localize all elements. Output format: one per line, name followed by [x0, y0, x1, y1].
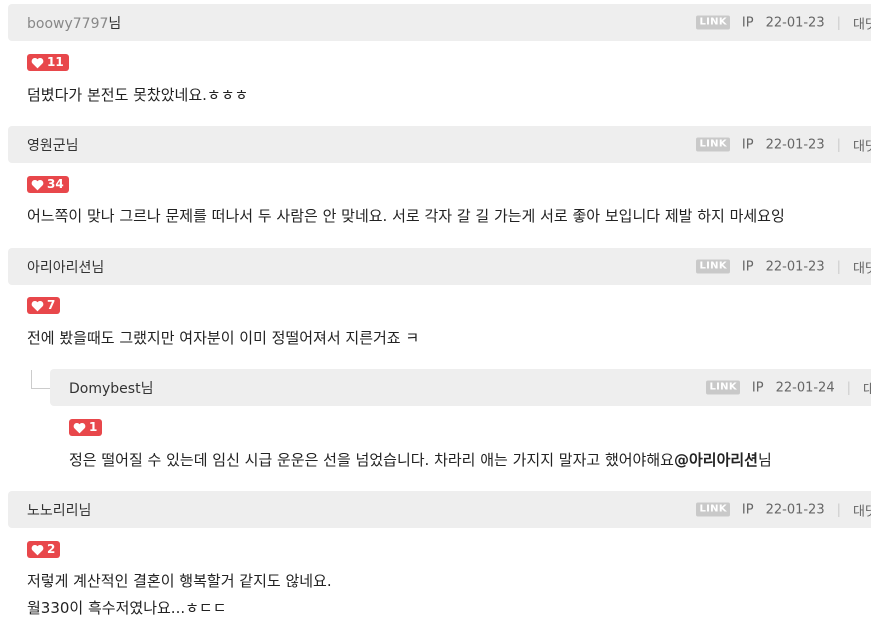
ip-label: IP	[741, 15, 754, 30]
heart-icon	[31, 300, 44, 311]
like-count: 1	[89, 420, 98, 434]
comment-author[interactable]: boowy7797님	[27, 13, 121, 33]
comment-text: 저렇게 계산적인 결혼이 행복할거 같지도 않네요.	[27, 572, 332, 590]
comment-meta: LINK IP 22-01-23 | 대댓	[696, 257, 871, 276]
meta-divider: |	[836, 259, 841, 274]
comment-meta: LINK IP 22-01-24 | 대댓	[706, 378, 871, 397]
reply-button[interactable]: 대댓	[853, 500, 871, 519]
link-button[interactable]: LINK	[696, 137, 730, 152]
comment-header: 노노리리님 LINK IP 22-01-23 | 대댓	[8, 491, 871, 528]
meta-divider: |	[836, 15, 841, 30]
heart-icon	[73, 422, 86, 433]
comment-header: 영원군님 LINK IP 22-01-23 | 대댓	[8, 126, 871, 163]
like-badge[interactable]: 1	[69, 419, 103, 436]
comment: 노노리리님 LINK IP 22-01-23 | 대댓	[8, 491, 871, 528]
comment: boowy7797님 LINK IP 22-01-23 | 대댓	[8, 4, 871, 41]
reply-button[interactable]: 대댓	[853, 257, 871, 276]
like-badge[interactable]: 34	[27, 176, 69, 193]
heart-icon	[31, 179, 44, 190]
reply-connector	[31, 370, 51, 389]
comment-header: Domybest님 LINK IP 22-01-24 | 대댓	[50, 369, 871, 406]
comment-date: 22-01-23	[765, 137, 825, 152]
comment-date: 22-01-24	[775, 380, 835, 395]
comment-text: 어느쪽이 맞나 그르나 문제를 떠나서 두 사람은 안 맞네요. 서로 각자 갈…	[27, 207, 785, 225]
mention-link[interactable]: @아리아리션	[674, 451, 758, 469]
comment-date: 22-01-23	[765, 15, 825, 30]
reply-button[interactable]: 대댓	[863, 378, 871, 397]
link-button[interactable]: LINK	[696, 15, 730, 30]
comment-date: 22-01-23	[765, 259, 825, 274]
link-button[interactable]: LINK	[706, 380, 740, 395]
meta-divider: |	[846, 380, 851, 395]
comment-date: 22-01-23	[765, 502, 825, 517]
comment-author[interactable]: 영원군님	[27, 135, 79, 155]
comment-meta: LINK IP 22-01-23 | 대댓	[696, 13, 871, 32]
reply-comment: Domybest님 LINK IP 22-01-24 | 대댓	[50, 369, 871, 406]
reply-button[interactable]: 대댓	[853, 13, 871, 32]
like-count: 11	[47, 55, 64, 69]
comment-text: 덤볐다가 본전도 못찼았네요.ㅎㅎㅎ	[27, 86, 249, 104]
reply-button[interactable]: 대댓	[853, 135, 871, 154]
comment-text: 전에 봤을때도 그랬지만 여자분이 이미 정떨어져서 지른거죠 ㅋ	[27, 329, 420, 347]
like-count: 7	[47, 298, 56, 312]
comment-author[interactable]: Domybest님	[69, 378, 153, 398]
ip-label: IP	[741, 502, 754, 517]
heart-icon	[31, 544, 44, 555]
like-count: 34	[47, 177, 64, 191]
like-badge[interactable]: 11	[27, 54, 69, 71]
comment-meta: LINK IP 22-01-23 | 대댓	[696, 500, 871, 519]
comment-author[interactable]: 아리아리션님	[27, 257, 104, 277]
meta-divider: |	[836, 502, 841, 517]
ip-label: IP	[751, 380, 764, 395]
ip-label: IP	[741, 137, 754, 152]
heart-icon	[31, 57, 44, 68]
comment: 아리아리션님 LINK IP 22-01-23 | 대댓	[8, 248, 871, 285]
like-badge[interactable]: 2	[27, 541, 61, 558]
like-count: 2	[47, 542, 56, 556]
link-button[interactable]: LINK	[696, 502, 730, 517]
comment-meta: LINK IP 22-01-23 | 대댓	[696, 135, 871, 154]
like-badge[interactable]: 7	[27, 297, 61, 314]
comment-header: boowy7797님 LINK IP 22-01-23 | 대댓	[8, 4, 871, 41]
comment: 영원군님 LINK IP 22-01-23 | 대댓	[8, 126, 871, 163]
comment-header: 아리아리션님 LINK IP 22-01-23 | 대댓	[8, 248, 871, 285]
ip-label: IP	[741, 259, 754, 274]
meta-divider: |	[836, 137, 841, 152]
link-button[interactable]: LINK	[696, 259, 730, 274]
comment-author[interactable]: 노노리리님	[27, 500, 91, 520]
comment-text: 정은 떨어질 수 있는데 임신 시급 운운은 선을 넘었습니다. 차라리 애는 …	[69, 451, 772, 469]
comment-text: 월330이 흑수저였나요...ㅎㄷㄷ	[27, 599, 227, 617]
